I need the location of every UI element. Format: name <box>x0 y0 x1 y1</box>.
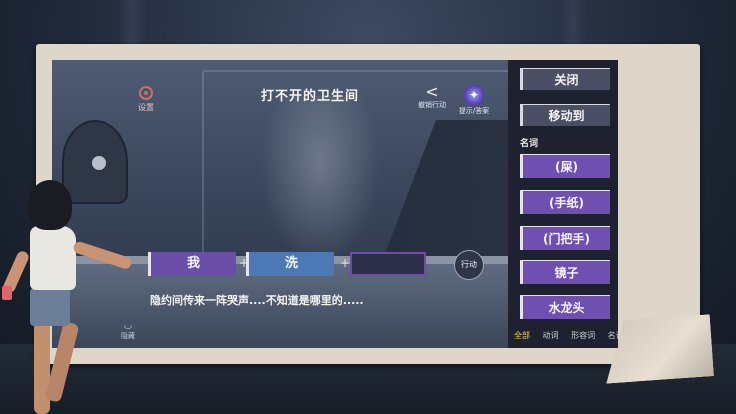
lightbulb-icon: ✦ <box>463 84 485 106</box>
noun-section-header: 名词 <box>520 139 539 149</box>
undo-icon: < <box>425 82 439 101</box>
word-panel: 关闭 移动到 名词 (屎) (手纸) (门把手) 镜子 水龙头 <box>508 60 618 348</box>
undo-label: 撤销行动 <box>418 101 446 109</box>
noun-word[interactable]: 镜子 <box>520 260 610 284</box>
ghost-figure <box>260 96 380 266</box>
character-body <box>30 226 76 290</box>
hint-button[interactable]: ✦ 提示/答案 <box>454 84 494 116</box>
tab-nouns[interactable]: 名词 <box>608 331 624 340</box>
hide-label: 隐藏 <box>121 332 135 340</box>
character-hair <box>28 180 72 230</box>
action-button[interactable]: 行动 <box>454 250 484 280</box>
tab-all[interactable]: 全部 <box>514 331 530 340</box>
sentence-slot-3[interactable] <box>350 252 426 276</box>
character-shorts <box>30 288 70 326</box>
hide-button[interactable]: ◡ 隐藏 <box>114 320 142 341</box>
settings-button[interactable]: 设置 <box>136 86 156 113</box>
gear-icon <box>139 86 153 100</box>
noun-word[interactable]: 水龙头 <box>520 295 610 319</box>
noun-word[interactable]: (屎) <box>520 154 610 178</box>
level-title: 打不开的卫生间 <box>260 89 359 104</box>
sentence-slot-1[interactable]: 我 <box>148 252 236 276</box>
eye-closed-icon: ◡ <box>123 320 133 331</box>
phone-in-hand <box>2 286 12 300</box>
tab-adjectives[interactable]: 形容词 <box>571 331 595 340</box>
dialogue-subtitle: 隐约间传来一阵哭声....不知道是哪里的..... <box>150 294 364 307</box>
settings-label: 设置 <box>138 103 154 112</box>
hint-label: 提示/答案 <box>458 107 490 115</box>
plus-sign: + <box>340 256 351 270</box>
character-leg <box>34 322 50 414</box>
tab-verbs[interactable]: 动词 <box>543 331 559 340</box>
move-to-button[interactable]: 移动到 <box>520 104 610 126</box>
toilet-paper-roll[interactable] <box>92 156 106 170</box>
noun-word[interactable]: (手纸) <box>520 190 610 214</box>
undo-button[interactable]: < 撤销行动 <box>412 84 452 110</box>
close-button[interactable]: 关闭 <box>520 68 610 90</box>
sentence-slot-2[interactable]: 洗 <box>246 252 334 276</box>
noun-word[interactable]: (门把手) <box>520 226 610 250</box>
word-category-tabs: 全部 动词 形容词 名词 <box>514 330 634 341</box>
